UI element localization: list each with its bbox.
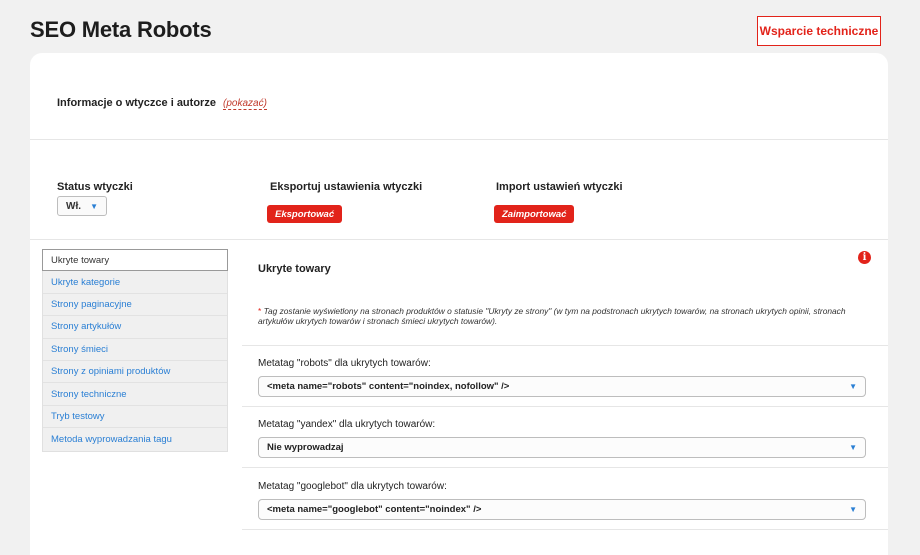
chevron-down-icon: ▼ xyxy=(849,382,857,391)
divider xyxy=(242,467,888,468)
yandex-label: Metatag "yandex" dla ukrytych towarów: xyxy=(258,419,436,430)
status-label: Status wtyczki xyxy=(57,181,133,193)
chevron-down-icon: ▼ xyxy=(849,443,857,452)
sidebar-item-metoda-wyprowadzania[interactable]: Metoda wyprowadzania tagu xyxy=(43,428,227,450)
robots-value: <meta name="robots" content="noindex, no… xyxy=(267,381,510,392)
divider xyxy=(242,529,888,530)
plugin-info-label: Informacje o wtyczce i autorze xyxy=(57,97,216,109)
divider xyxy=(242,345,888,346)
yandex-select[interactable]: Nie wyprowadzaj ▼ xyxy=(258,437,866,458)
import-label: Import ustawień wtyczki xyxy=(496,181,623,193)
export-label: Eksportuj ustawienia wtyczki xyxy=(270,181,423,193)
googlebot-label: Metatag "googlebot" dla ukrytych towarów… xyxy=(258,481,447,492)
sidebar-nav: Ukryte towary Ukryte kategorie Strony pa… xyxy=(42,249,228,452)
support-button[interactable]: Wsparcie techniczne xyxy=(757,16,881,46)
googlebot-select[interactable]: <meta name="googlebot" content="noindex"… xyxy=(258,499,866,520)
note-text: Tag zostanie wyświetlony na stronach pro… xyxy=(258,306,846,326)
section-title: Ukryte towary xyxy=(258,263,331,275)
status-value: Wł. xyxy=(66,200,81,212)
robots-label: Metatag "robots" dla ukrytych towarów: xyxy=(258,358,431,369)
export-button[interactable]: Eksportować xyxy=(267,205,343,223)
section-note: * Tag zostanie wyświetlony na stronach p… xyxy=(258,306,883,326)
sidebar-item-strony-z-opiniami[interactable]: Strony z opiniami produktów xyxy=(43,361,227,384)
divider xyxy=(30,239,888,240)
plugin-info-row: Informacje o wtyczce i autorze (pokazać) xyxy=(57,97,267,110)
sidebar-item-ukryte-kategorie[interactable]: Ukryte kategorie xyxy=(43,271,227,294)
googlebot-value: <meta name="googlebot" content="noindex"… xyxy=(267,504,482,515)
sidebar-item-ukryte-towary[interactable]: Ukryte towary xyxy=(42,249,228,272)
settings-card: Informacje o wtyczce i autorze (pokazać)… xyxy=(30,53,888,555)
yandex-value: Nie wyprowadzaj xyxy=(267,442,344,453)
robots-select[interactable]: <meta name="robots" content="noindex, no… xyxy=(258,376,866,397)
sidebar-item-strony-smieci[interactable]: Strony śmieci xyxy=(43,339,227,361)
sidebar-item-tryb-testowy[interactable]: Tryb testowy xyxy=(43,406,227,429)
page-title: SEO Meta Robots xyxy=(30,17,212,42)
required-star: * xyxy=(258,306,262,316)
divider xyxy=(242,406,888,407)
divider xyxy=(30,139,888,140)
sidebar-item-strony-paginacyjne[interactable]: Strony paginacyjne xyxy=(43,294,227,317)
status-select[interactable]: Wł. ▼ xyxy=(57,196,107,216)
chevron-down-icon: ▼ xyxy=(90,202,98,211)
import-button[interactable]: Zaimportować xyxy=(494,205,575,223)
chevron-down-icon: ▼ xyxy=(849,505,857,514)
info-icon[interactable]: i xyxy=(858,251,871,264)
sidebar-item-strony-techniczne[interactable]: Strony techniczne xyxy=(43,383,227,406)
sidebar-item-strony-artykulow[interactable]: Strony artykułów xyxy=(43,316,227,339)
show-info-link[interactable]: (pokazać) xyxy=(223,98,267,110)
